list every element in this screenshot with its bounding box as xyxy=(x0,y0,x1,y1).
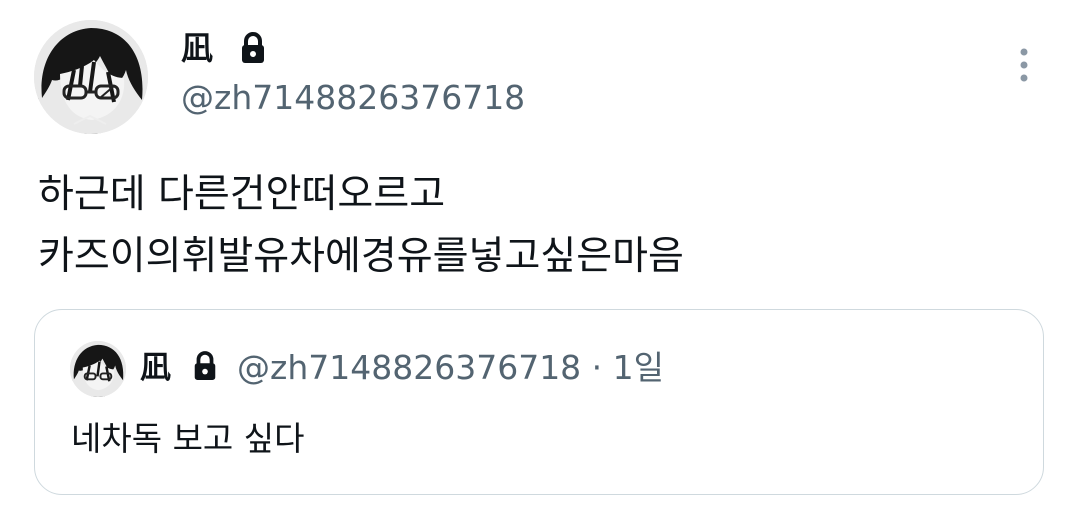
tweet: 凪 @zh7148826376718 하근데 다른건안떠오르고 카즈이의휘발유차… xyxy=(0,0,1080,519)
lock-icon xyxy=(238,31,268,65)
quoted-tweet[interactable]: 凪 @zh7148826376718 · 1일 네차독 보고 싶다 xyxy=(34,309,1044,495)
quoted-avatar-image xyxy=(70,341,126,397)
avatar-image xyxy=(34,20,148,134)
quoted-handle-time: @zh7148826376718 · 1일 xyxy=(237,348,665,387)
tweet-text-line: 하근데 다른건안떠오르고 xyxy=(38,172,446,217)
avatar[interactable] xyxy=(34,20,148,134)
tweet-text-line: 카즈이의휘발유차에경유를넣고싶은마음 xyxy=(38,234,684,279)
more-vertical-icon[interactable] xyxy=(1004,44,1044,88)
display-name[interactable]: 凪 xyxy=(181,26,213,70)
quoted-avatar[interactable] xyxy=(70,341,126,397)
lock-icon xyxy=(191,350,219,382)
quoted-display-name: 凪 xyxy=(140,350,171,386)
quoted-text: 네차독 보고 싶다 xyxy=(71,419,305,458)
user-handle[interactable]: @zh7148826376718 xyxy=(181,76,525,120)
tweet-text: 하근데 다른건안떠오르고 카즈이의휘발유차에경유를넣고싶은마음 xyxy=(38,164,1038,288)
